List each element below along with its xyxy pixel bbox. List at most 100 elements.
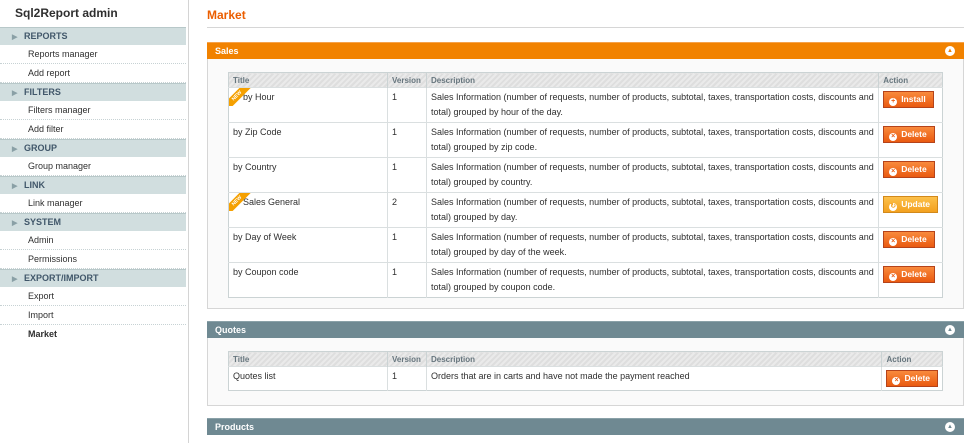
column-header-title: Title bbox=[228, 72, 388, 88]
sidebar-item-import[interactable]: Import bbox=[0, 306, 186, 325]
delete-x-icon: × bbox=[889, 133, 898, 141]
table-row: NEW by Hour 1 Sales Information (number of … bbox=[228, 87, 943, 123]
column-header-description: Description bbox=[426, 351, 883, 367]
section-title: Products bbox=[215, 422, 255, 432]
sidebar-item-reports-manager[interactable]: Reports manager bbox=[0, 45, 186, 64]
sidebar-group-label: EXPORT/IMPORT bbox=[24, 273, 99, 283]
delete-button[interactable]: × Delete bbox=[883, 266, 935, 283]
section-title: Quotes bbox=[215, 325, 247, 335]
page-title: Market bbox=[207, 0, 964, 28]
table-row: by Day of Week 1 Sales Information (number… bbox=[228, 227, 943, 263]
main-content: Market Sales ▲ Title Version Description… bbox=[207, 0, 964, 435]
sidebar-item-add-report[interactable]: Add report bbox=[0, 64, 186, 83]
column-header-version: Version bbox=[387, 72, 427, 88]
new-badge-label: NEW bbox=[229, 88, 251, 106]
sidebar-group-label: GROUP bbox=[24, 143, 58, 153]
column-header-action: Action bbox=[878, 72, 943, 88]
row-action-cell: × Delete bbox=[878, 227, 943, 263]
row-title: Quotes list bbox=[233, 371, 276, 381]
row-version: 1 bbox=[387, 87, 427, 123]
column-header-version: Version bbox=[387, 351, 427, 367]
row-action-cell: × Delete bbox=[878, 157, 943, 193]
sidebar-item-admin[interactable]: Admin bbox=[0, 231, 186, 250]
sidebar-item-market[interactable]: Market bbox=[0, 325, 186, 343]
sidebar-item-filters-manager[interactable]: Filters manager bbox=[0, 101, 186, 120]
section-header-products[interactable]: Products ▲ bbox=[207, 418, 964, 435]
row-title-cell: Quotes list bbox=[228, 366, 388, 391]
sidebar-group-filters[interactable]: ▶ FILTERS bbox=[0, 83, 186, 101]
collapse-icon[interactable]: ▲ bbox=[945, 46, 955, 56]
row-title-cell: NEW by Hour bbox=[228, 87, 388, 123]
sidebar-group-export-import[interactable]: ▶ EXPORT/IMPORT bbox=[0, 269, 186, 287]
new-badge: NEW bbox=[229, 88, 251, 106]
button-label: Delete bbox=[901, 129, 927, 139]
row-title: by Day of Week bbox=[233, 232, 297, 242]
section-body-sales: Title Version Description Action NEW by H… bbox=[207, 59, 964, 309]
button-label: Update bbox=[901, 199, 930, 209]
install-button[interactable]: + Install bbox=[883, 91, 934, 108]
app-title: Sql2Report admin bbox=[15, 6, 118, 20]
sidebar-group-label: SYSTEM bbox=[24, 217, 62, 227]
table-row: Quotes list 1 Orders that are in carts and… bbox=[228, 366, 943, 391]
row-action-cell: × Delete bbox=[878, 262, 943, 298]
sidebar-group-link[interactable]: ▶ LINK bbox=[0, 176, 186, 194]
delete-button[interactable]: × Delete bbox=[886, 370, 938, 387]
sidebar-item-permissions[interactable]: Permissions bbox=[0, 250, 186, 269]
expand-triangle-icon: ▶ bbox=[12, 90, 18, 97]
button-label: Delete bbox=[904, 373, 930, 383]
row-title-cell: by Day of Week bbox=[228, 227, 388, 263]
table-row: NEW Sales General 2 Sales Information (numb… bbox=[228, 192, 943, 228]
collapse-icon[interactable]: ▲ bbox=[945, 325, 955, 335]
sidebar-divider bbox=[188, 0, 189, 443]
row-title: by Zip Code bbox=[233, 127, 282, 137]
update-button[interactable]: ↻ Update bbox=[883, 196, 938, 213]
row-version: 1 bbox=[387, 366, 427, 391]
delete-x-icon: × bbox=[889, 273, 898, 281]
row-version: 1 bbox=[387, 122, 427, 158]
sidebar-group-group[interactable]: ▶ GROUP bbox=[0, 139, 186, 157]
row-action-cell: + Install bbox=[878, 87, 943, 123]
new-badge-label: NEW bbox=[229, 193, 251, 211]
sidebar-item-export[interactable]: Export bbox=[0, 287, 186, 306]
row-action-cell: ↻ Update bbox=[878, 192, 943, 228]
row-description: Sales Information (number of requests, n… bbox=[426, 262, 880, 298]
row-title-cell: by Coupon code bbox=[228, 262, 388, 298]
collapse-icon[interactable]: ▲ bbox=[945, 422, 955, 432]
section-body-quotes: Title Version Description Action Quotes … bbox=[207, 338, 964, 406]
sidebar-group-reports[interactable]: ▶ REPORTS bbox=[0, 27, 186, 45]
sidebar-nav: ▶ REPORTS Reports manager Add report ▶ FILTER… bbox=[0, 27, 186, 343]
button-label: Install bbox=[901, 94, 926, 104]
sidebar-item-add-filter[interactable]: Add filter bbox=[0, 120, 186, 139]
sidebar-group-label: LINK bbox=[24, 180, 45, 190]
row-action-cell: × Delete bbox=[878, 122, 943, 158]
table-row: by Country 1 Sales Information (number of … bbox=[228, 157, 943, 193]
sales-grid: Title Version Description Action NEW by H… bbox=[228, 72, 943, 298]
plus-icon: + bbox=[889, 98, 898, 106]
sidebar-item-group-manager[interactable]: Group manager bbox=[0, 157, 186, 176]
row-version: 1 bbox=[387, 262, 427, 298]
delete-button[interactable]: × Delete bbox=[883, 231, 935, 248]
row-title-cell: NEW Sales General bbox=[228, 192, 388, 228]
sidebar-group-label: REPORTS bbox=[24, 31, 68, 41]
sidebar-group-system[interactable]: ▶ SYSTEM bbox=[0, 213, 186, 231]
button-label: Delete bbox=[901, 269, 927, 279]
column-header-title: Title bbox=[228, 351, 388, 367]
column-header-action: Action bbox=[881, 351, 943, 367]
delete-button[interactable]: × Delete bbox=[883, 126, 935, 143]
refresh-icon: ↻ bbox=[889, 203, 898, 211]
button-label: Delete bbox=[901, 164, 927, 174]
section-title: Sales bbox=[215, 46, 239, 56]
section-header-sales[interactable]: Sales ▲ bbox=[207, 42, 964, 59]
delete-button[interactable]: × Delete bbox=[883, 161, 935, 178]
row-description: Sales Information (number of requests, n… bbox=[426, 157, 880, 193]
row-description: Sales Information (number of requests, n… bbox=[426, 227, 880, 263]
row-action-cell: × Delete bbox=[881, 366, 943, 391]
button-label: Delete bbox=[901, 234, 927, 244]
section-header-quotes[interactable]: Quotes ▲ bbox=[207, 321, 964, 338]
row-version: 1 bbox=[387, 157, 427, 193]
row-description: Sales Information (number of requests, n… bbox=[426, 122, 880, 158]
expand-triangle-icon: ▶ bbox=[12, 146, 18, 153]
row-title-cell: by Zip Code bbox=[228, 122, 388, 158]
table-row: by Coupon code 1 Sales Information (number… bbox=[228, 262, 943, 298]
sidebar-item-link-manager[interactable]: Link manager bbox=[0, 194, 186, 213]
